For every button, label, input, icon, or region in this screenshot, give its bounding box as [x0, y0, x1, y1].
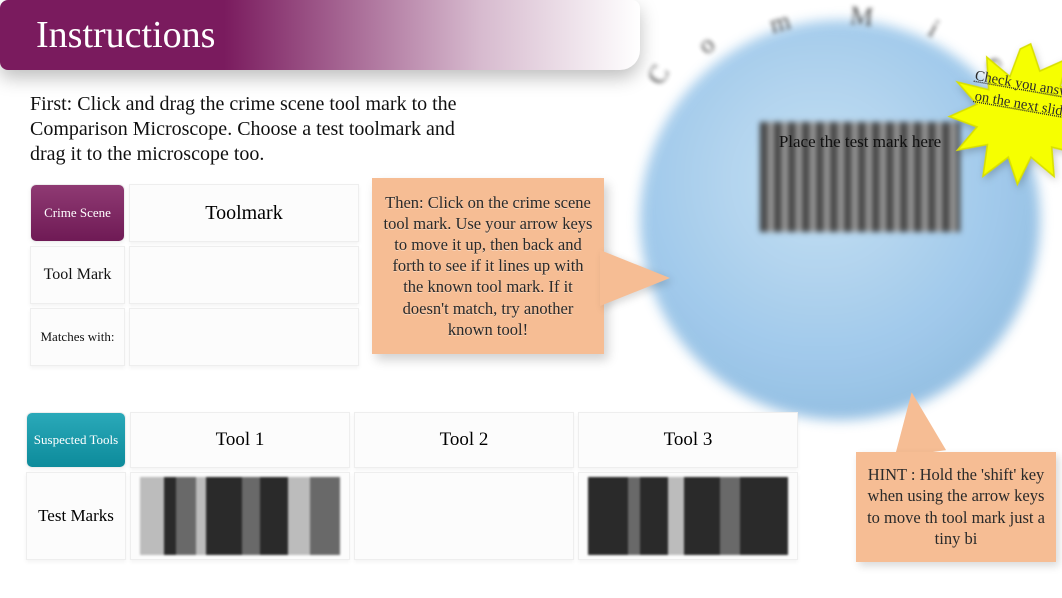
tool-1-label: Tool 1	[130, 412, 350, 468]
crime-scene-row-matches: Matches with:	[30, 308, 125, 366]
tool-2-label: Tool 2	[354, 412, 574, 468]
suspected-tools-header: Suspected Tools	[26, 412, 126, 468]
hint-callout-arrow-icon	[886, 389, 946, 458]
crime-scene-table: Crime Scene Toolmark Tool Mark Matches w…	[26, 180, 363, 370]
title-banner: Instructions	[0, 0, 640, 70]
crime-scene-toolmark-label: Toolmark	[129, 184, 359, 242]
crime-scene-toolmark-slot[interactable]	[129, 246, 359, 304]
then-callout-arrow-icon	[600, 250, 670, 306]
instruction-hint-callout: HINT : Hold the 'shift' key when using t…	[856, 452, 1056, 562]
tool-1-test-mark[interactable]	[130, 472, 350, 560]
crime-scene-header: Crime Scene	[30, 184, 125, 242]
test-marks-row-label: Test Marks	[26, 472, 126, 560]
tool-3-label: Tool 3	[578, 412, 798, 468]
suspected-tools-table: Suspected Tools Tool 1 Tool 2 Tool 3 Tes…	[22, 408, 802, 564]
instruction-first: First: Click and drag the crime scene to…	[30, 92, 470, 167]
crime-scene-matches-slot[interactable]	[129, 308, 359, 366]
crime-scene-row-toolmark: Tool Mark	[30, 246, 125, 304]
tool-2-test-mark[interactable]	[354, 472, 574, 560]
check-answer-starburst	[930, 30, 1062, 211]
page-title: Instructions	[36, 13, 215, 57]
tool-3-test-mark[interactable]	[578, 472, 798, 560]
barcode-mark-icon	[140, 477, 340, 555]
barcode-mark-icon	[588, 477, 788, 555]
instruction-then-callout: Then: Click on the crime scene tool mark…	[372, 178, 604, 354]
microscope-drop-label: Place the test mark here	[770, 132, 950, 152]
